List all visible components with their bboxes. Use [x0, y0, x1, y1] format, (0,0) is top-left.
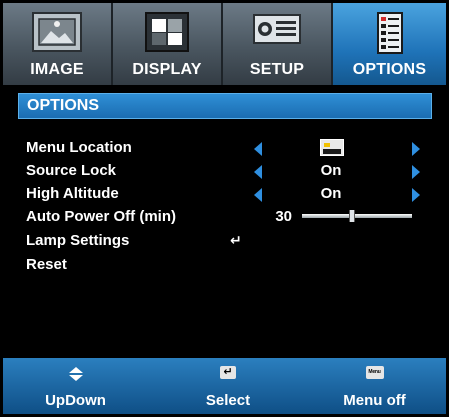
reset-row[interactable]: Reset — [26, 256, 426, 278]
lamp-settings-row[interactable]: Lamp Settings ↵ — [26, 232, 426, 254]
slider-thumb[interactable] — [349, 210, 355, 222]
footer-menu-off: Menu Menu off — [303, 358, 446, 414]
tab-image[interactable]: IMAGE — [3, 3, 113, 85]
high-altitude-label: High Altitude — [26, 185, 119, 202]
auto-power-off-value: 30 — [275, 208, 292, 225]
display-icon — [144, 11, 190, 58]
setup-icon — [252, 11, 302, 52]
high-altitude-value: On — [320, 185, 342, 202]
source-lock-value: On — [320, 162, 342, 179]
tab-bar: IMAGE DISPLAY SETUP OPTIONS — [3, 3, 446, 85]
footer-updown-label: UpDown — [45, 392, 106, 409]
reset-label: Reset — [26, 256, 67, 273]
auto-power-off-slider[interactable] — [302, 210, 412, 222]
menu-location-row[interactable]: Menu Location — [26, 139, 426, 161]
arrow-left-icon[interactable] — [254, 142, 262, 156]
arrow-right-icon[interactable] — [412, 165, 420, 179]
enter-icon: ↵ — [230, 232, 242, 248]
tab-display-label: DISPLAY — [132, 61, 202, 78]
high-altitude-row[interactable]: High Altitude On — [26, 185, 426, 207]
tab-setup-label: SETUP — [249, 61, 305, 78]
image-icon — [31, 11, 83, 58]
menu-location-label: Menu Location — [26, 139, 132, 156]
osd-menu: IMAGE DISPLAY SETUP OPTIONS OPTIONS Menu… — [0, 0, 449, 417]
footer-select-label: Select — [205, 392, 251, 409]
tab-options-label: OPTIONS — [352, 61, 427, 78]
footer-updown: UpDown — [3, 358, 148, 414]
section-title: OPTIONS — [27, 97, 100, 114]
auto-power-off-label: Auto Power Off (min) — [26, 208, 176, 225]
menu-key-icon: Menu — [365, 366, 384, 379]
tab-setup[interactable]: SETUP — [223, 3, 333, 85]
enter-key-icon: ↵ — [220, 366, 236, 379]
source-lock-row[interactable]: Source Lock On — [26, 162, 426, 184]
auto-power-off-row[interactable]: Auto Power Off (min) 30 — [26, 208, 426, 230]
footer-select: ↵ Select — [153, 358, 303, 414]
tab-display[interactable]: DISPLAY — [113, 3, 223, 85]
menu-location-icon — [320, 139, 344, 156]
source-lock-label: Source Lock — [26, 162, 117, 179]
tab-options[interactable]: OPTIONS — [333, 3, 446, 85]
footer-menu-off-label: Menu off — [343, 392, 406, 409]
lamp-settings-label: Lamp Settings — [26, 232, 130, 249]
arrow-left-icon[interactable] — [254, 165, 262, 179]
updown-icon — [68, 366, 84, 387]
tab-image-label: IMAGE — [30, 61, 84, 78]
options-icon — [376, 11, 404, 60]
section-title-bar: OPTIONS — [18, 93, 432, 119]
arrow-left-icon[interactable] — [254, 188, 262, 202]
arrow-right-icon[interactable] — [412, 142, 420, 156]
footer-bar: UpDown ↵ Select Menu Menu off — [3, 358, 446, 414]
arrow-right-icon[interactable] — [412, 188, 420, 202]
